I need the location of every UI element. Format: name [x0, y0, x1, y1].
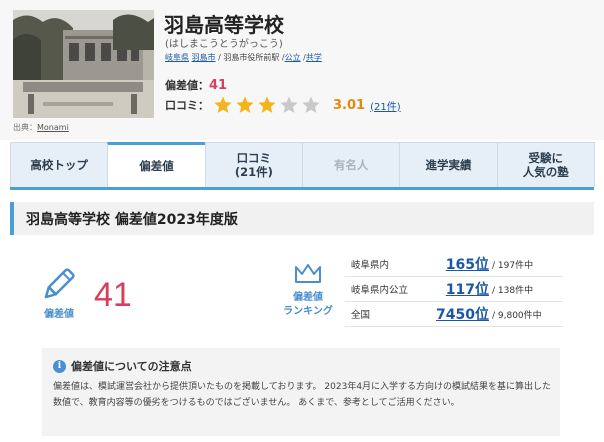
notice-title-text: 偏差値についての注意点	[71, 360, 192, 373]
ranking-area: 全国	[351, 310, 371, 321]
photo-credit-label: 出典：	[13, 123, 37, 132]
ranking-area: 岐阜県内	[351, 260, 390, 271]
prefecture-link[interactable]: 岐阜県	[165, 53, 189, 62]
tab-1[interactable]: 偏差値	[107, 142, 206, 187]
ranking-row: 岐阜県内 165位/ 197件中	[345, 252, 563, 277]
station-text: 羽島市役所前駅	[223, 53, 280, 62]
photo-credit-link[interactable]: Monami	[37, 123, 69, 132]
type-link[interactable]: 公立	[285, 53, 301, 62]
ranking-position-link[interactable]: 165位	[433, 254, 489, 274]
school-meta: 岐阜県 羽島市 / 羽島市役所前駅 /公立 /共学	[165, 52, 322, 63]
notice-title: i 偏差値についての注意点	[53, 358, 192, 374]
school-name: 羽島高等学校	[164, 13, 284, 37]
star-icon	[236, 96, 254, 113]
ranking-position-link[interactable]: 117位	[433, 279, 489, 299]
deviation-value: 41	[94, 276, 132, 314]
meta-sep: /	[218, 53, 221, 62]
crown-icon	[295, 264, 321, 283]
ranking-position-link[interactable]: 7450位	[433, 304, 489, 324]
tab-2[interactable]: 口コミ (21件)	[204, 142, 303, 187]
tab-0[interactable]: 高校トップ	[10, 142, 109, 187]
ranking-total: / 9,800件中	[492, 310, 542, 321]
deviation-label: 偏差値	[44, 309, 74, 320]
header-reviews: 口コミ： 3.01 (21件)	[165, 95, 401, 115]
star-icon	[214, 96, 232, 113]
rating-score: 3.01	[333, 97, 366, 113]
ranking-total: / 197件中	[492, 260, 534, 271]
star-icon	[280, 96, 298, 113]
header-deviation-label: 偏差値：	[165, 79, 209, 92]
ranking-row: 全国 7450位/ 9,800件中	[345, 302, 563, 327]
school-tabs: 高校トップ 偏差値 口コミ (21件) 有名人 進学実績 受験に 人気の塾	[10, 142, 595, 190]
school-header: 出典：Monami 羽島高等学校 (はしまこうとうがっこう) 岐阜県 羽島市 /…	[0, 0, 604, 140]
tab-5[interactable]: 受験に 人気の塾	[496, 142, 595, 187]
star-icon	[302, 96, 320, 113]
school-kana: (はしまこうとうがっこう)	[165, 39, 283, 50]
ranking-area: 岐阜県内公立	[351, 285, 409, 296]
tab-4[interactable]: 進学実績	[399, 142, 498, 187]
review-count-link[interactable]: (21件)	[370, 98, 401, 113]
info-icon: i	[53, 359, 66, 373]
review-label: 口コミ：	[165, 99, 209, 112]
school-photo	[13, 10, 154, 118]
section-title: 羽島高等学校 偏差値2023年度版	[10, 202, 594, 235]
ranking-total: / 138件中	[492, 285, 534, 296]
ranking-label: 偏差値 ランキング	[283, 292, 333, 317]
ranking-row: 岐阜県内公立 117位/ 138件中	[345, 277, 563, 302]
photo-credit: 出典：Monami	[13, 122, 69, 133]
coed-link[interactable]: 共学	[306, 53, 322, 62]
star-icon	[258, 96, 276, 113]
pencil-icon	[44, 268, 75, 299]
deviation-notice: i 偏差値についての注意点 偏差値は、模試運営会社から提供頂いたものを掲載してお…	[42, 348, 560, 436]
notice-body: 偏差値は、模試運営会社から提供頂いたものを掲載しております。 2023年4月に入…	[53, 382, 552, 408]
ranking-table: 岐阜県内 165位/ 197件中 岐阜県内公立 117位/ 138件中 全国 7450位 /…	[345, 252, 563, 327]
city-link[interactable]: 羽島市	[192, 53, 216, 62]
tab-3: 有名人	[301, 142, 401, 187]
header-deviation: 偏差値：41	[165, 77, 227, 93]
rating-stars	[213, 95, 321, 115]
header-deviation-value: 41	[209, 78, 228, 93]
